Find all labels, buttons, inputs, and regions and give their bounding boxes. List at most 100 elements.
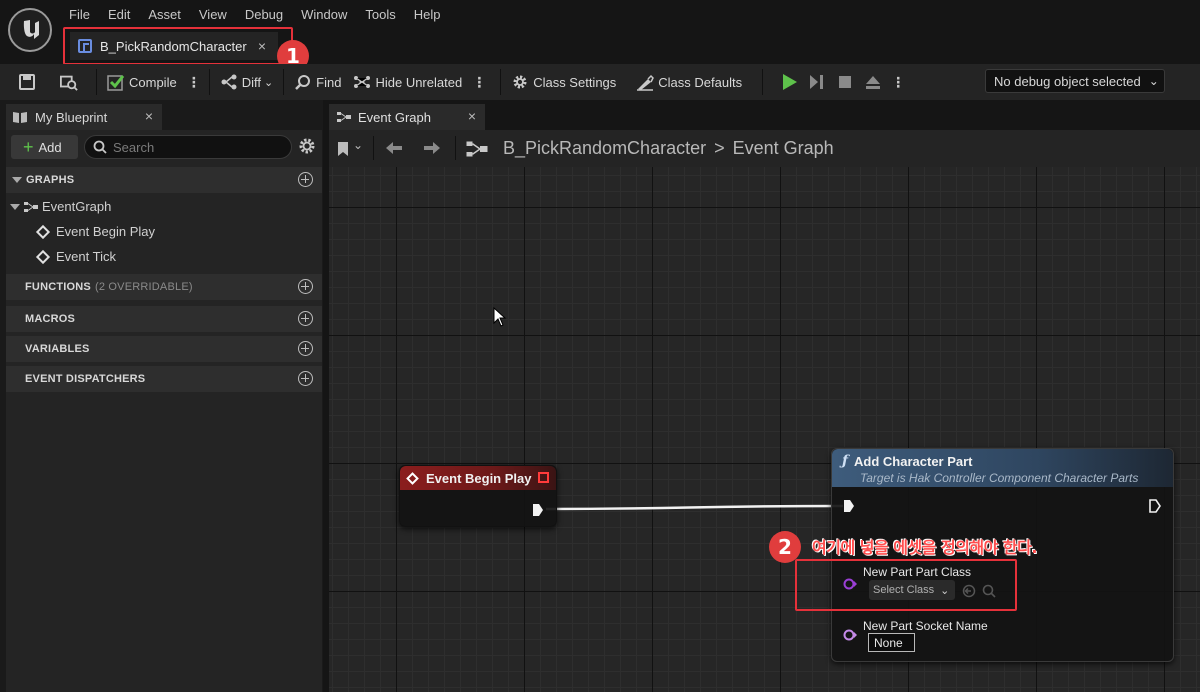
hide-unrelated-icon xyxy=(354,76,371,88)
menu-window[interactable]: Window xyxy=(292,7,356,22)
menu-help[interactable]: Help xyxy=(405,7,450,22)
toolbar-separator xyxy=(373,136,374,160)
delegate-pin-icon[interactable] xyxy=(538,472,549,483)
breadcrumb-root[interactable]: B_PickRandomCharacter xyxy=(503,138,706,159)
section-macros-label: MACROS xyxy=(25,313,76,325)
graph-tab-bar: Event Graph × xyxy=(323,100,1200,130)
debug-object-label: No debug object selected xyxy=(994,73,1141,89)
compile-options-icon[interactable]: ⋮ xyxy=(183,74,205,91)
step-icon[interactable] xyxy=(807,72,827,92)
graph-navigation-bar: ⌄ B_PickRandomCharacter > Event Graph xyxy=(329,130,1200,167)
chevron-down-icon: ⌄ xyxy=(263,76,274,89)
event-begin-play-title: Event Begin Play xyxy=(426,470,532,486)
highlight-box-tab xyxy=(63,27,293,65)
add-button[interactable]: + Add xyxy=(11,135,78,159)
close-graph-tab-icon[interactable]: × xyxy=(468,108,476,124)
debug-object-select[interactable]: No debug object selected ⌄ xyxy=(985,69,1165,93)
section-functions-sub: (2 OVERRIDABLE) xyxy=(94,281,193,293)
toolbar-separator xyxy=(283,69,285,95)
toolbar-separator xyxy=(500,69,502,95)
play-icon[interactable] xyxy=(779,72,799,92)
tree-item-event-tick[interactable]: Event Tick xyxy=(35,249,116,264)
tree-item-begin-play-label: Event Begin Play xyxy=(56,224,156,239)
add-variable-icon[interactable] xyxy=(298,341,313,356)
class-settings-button[interactable]: Class Settings xyxy=(505,64,622,100)
section-graphs[interactable]: GRAPHS xyxy=(6,167,322,193)
menu-view[interactable]: View xyxy=(190,7,236,22)
diff-button[interactable]: Diff ⌄ xyxy=(214,64,279,100)
mouse-cursor-icon xyxy=(493,307,507,327)
browse-button[interactable] xyxy=(46,64,88,100)
stop-icon[interactable] xyxy=(835,72,855,92)
play-options-icon[interactable]: ⋮ xyxy=(887,74,909,91)
class-settings-label: Class Settings xyxy=(533,74,617,90)
save-button[interactable] xyxy=(0,64,46,100)
breadcrumb-leaf[interactable]: Event Graph xyxy=(733,138,834,159)
back-arrow-icon[interactable] xyxy=(384,140,404,156)
tree-item-eventgraph-label: EventGraph xyxy=(42,199,112,214)
section-macros[interactable]: MACROS xyxy=(6,306,322,332)
section-event-dispatchers-label: EVENT DISPATCHERS xyxy=(25,373,146,385)
class-defaults-button[interactable]: Class Defaults xyxy=(630,64,748,100)
my-blueprint-tab[interactable]: My Blueprint × xyxy=(6,104,162,130)
bookmark-icon[interactable] xyxy=(336,141,350,157)
socket-name-input[interactable]: None xyxy=(868,633,915,652)
menu-bar: File Edit Asset View Debug Window Tools … xyxy=(60,0,450,28)
save-icon xyxy=(19,74,35,90)
settings-gear-icon[interactable] xyxy=(298,137,316,155)
hide-unrelated-button[interactable]: Hide Unrelated xyxy=(347,64,468,100)
search-box[interactable] xyxy=(84,135,292,159)
add-macro-icon[interactable] xyxy=(298,311,313,326)
exec-output-pin-icon[interactable] xyxy=(532,503,544,517)
my-blueprint-tab-label: My Blueprint xyxy=(35,109,108,125)
function-icon: ƒ xyxy=(842,453,849,469)
event-icon xyxy=(35,224,51,239)
compile-button[interactable]: Compile xyxy=(101,64,183,100)
section-event-dispatchers[interactable]: EVENT DISPATCHERS xyxy=(6,366,322,392)
eject-icon[interactable] xyxy=(863,72,883,92)
toolbar-separator xyxy=(96,69,97,95)
chevron-down-icon[interactable]: ⌄ xyxy=(353,138,363,152)
event-graph-tab[interactable]: Event Graph × xyxy=(329,104,485,130)
exec-input-pin-icon[interactable] xyxy=(843,499,855,513)
menu-asset[interactable]: Asset xyxy=(139,7,190,22)
section-functions[interactable]: FUNCTIONS (2 OVERRIDABLE) xyxy=(6,274,322,300)
menu-edit[interactable]: Edit xyxy=(99,7,139,22)
exec-output-pin-icon[interactable] xyxy=(1149,499,1161,513)
diff-label: Diff xyxy=(241,74,261,90)
hide-unrelated-options-icon[interactable]: ⋮ xyxy=(468,74,490,91)
expand-caret-icon xyxy=(10,203,20,210)
hide-unrelated-label: Hide Unrelated xyxy=(375,74,463,90)
search-input[interactable] xyxy=(113,139,273,155)
add-function-icon[interactable] xyxy=(298,279,313,294)
tree-item-eventgraph[interactable]: EventGraph xyxy=(10,199,111,214)
step-badge-2: 2 xyxy=(769,531,801,563)
menu-tools[interactable]: Tools xyxy=(356,7,404,22)
gear-icon xyxy=(513,75,527,89)
graph-icon xyxy=(24,201,38,212)
section-graphs-label: GRAPHS xyxy=(26,174,75,186)
event-begin-play-node[interactable]: Event Begin Play xyxy=(399,465,557,527)
graph-icon xyxy=(466,141,488,157)
close-panel-icon[interactable]: × xyxy=(145,108,153,124)
tree-item-event-begin-play[interactable]: Event Begin Play xyxy=(35,224,156,239)
add-graph-icon[interactable] xyxy=(298,172,313,187)
forward-arrow-icon[interactable] xyxy=(422,140,442,156)
expand-caret-icon xyxy=(12,177,22,183)
menu-debug[interactable]: Debug xyxy=(236,7,292,22)
unreal-logo-icon[interactable] xyxy=(8,8,52,52)
section-variables[interactable]: VARIABLES xyxy=(6,336,322,362)
my-blueprint-panel: My Blueprint × + Add GRAPHS EventGraph E… xyxy=(0,100,323,692)
socket-name-pin-icon[interactable] xyxy=(843,629,857,641)
find-button[interactable]: Find xyxy=(288,64,347,100)
browse-folder-icon xyxy=(60,75,78,91)
socket-name-pin-label: New Part Socket Name xyxy=(863,619,988,633)
find-icon xyxy=(295,75,311,90)
chevron-down-icon: ⌄ xyxy=(1148,74,1159,88)
tree-item-event-tick-label: Event Tick xyxy=(56,249,116,264)
toolbar-separator xyxy=(762,69,764,95)
find-label: Find xyxy=(316,74,342,90)
add-event-dispatcher-icon[interactable] xyxy=(298,371,313,386)
add-character-part-header: ƒ Add Character Part Target is Hak Contr… xyxy=(832,449,1173,487)
menu-file[interactable]: File xyxy=(60,7,99,22)
